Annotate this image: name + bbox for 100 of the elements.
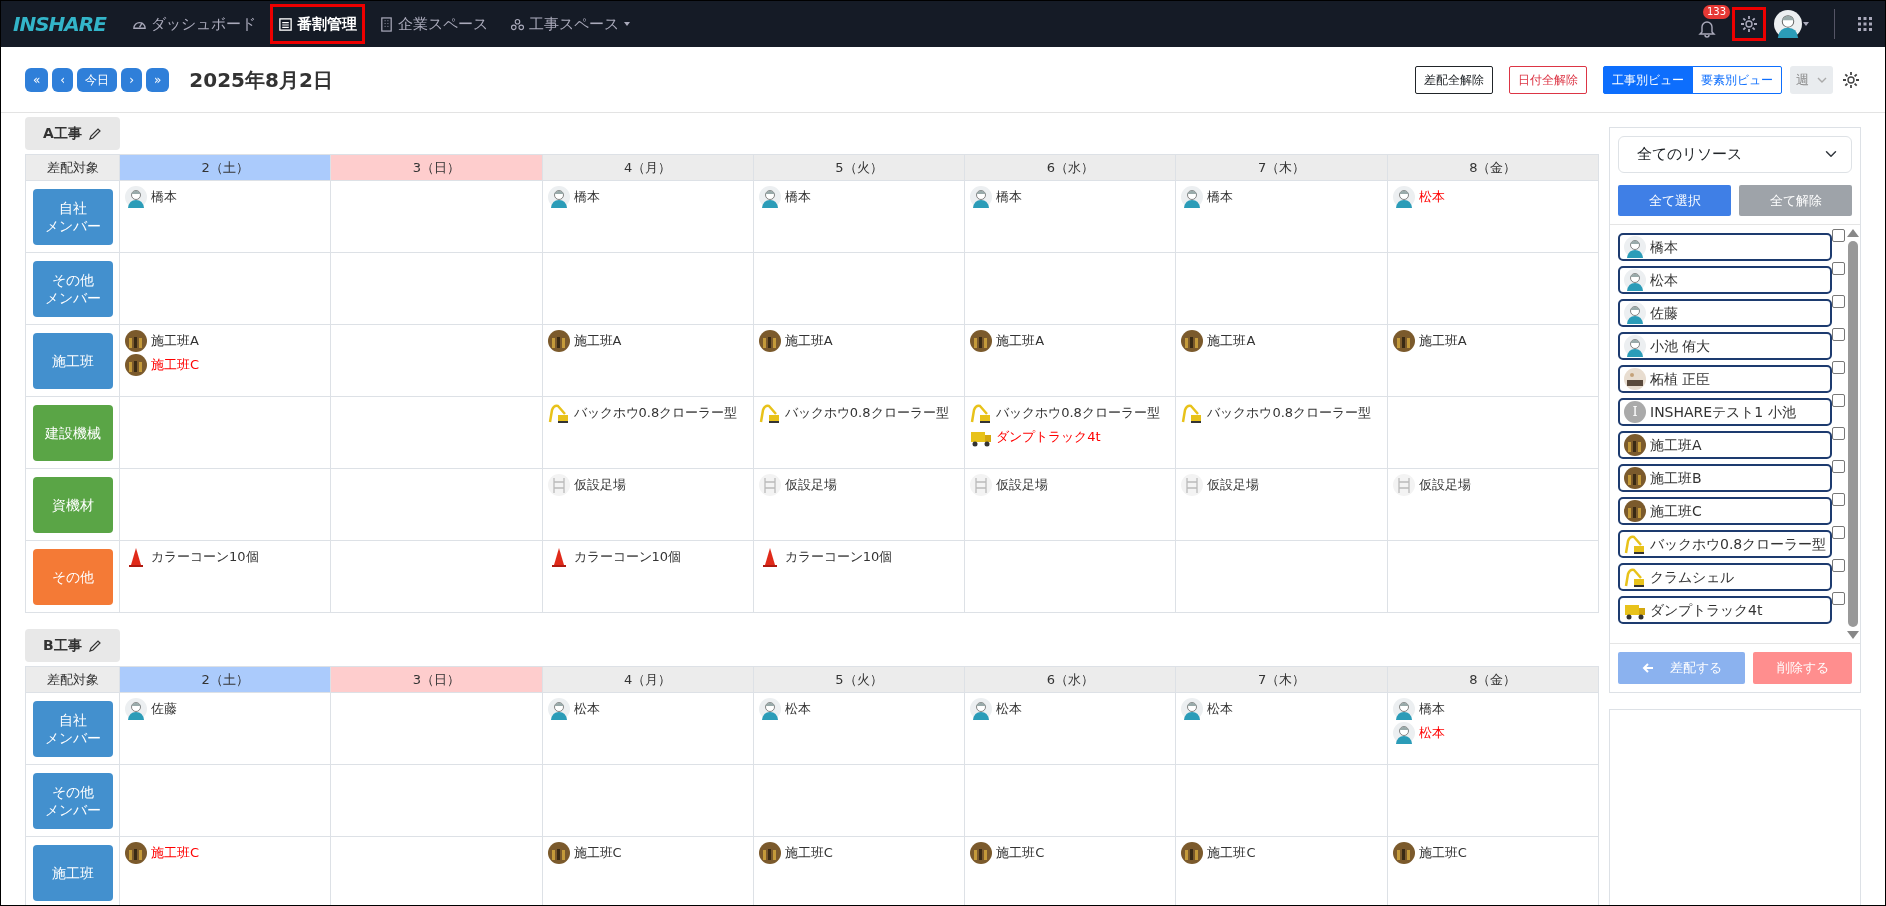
resource-item[interactable]: クラムシェル [1618,563,1833,591]
assignment-chip[interactable]: 仮設足場 [1392,473,1593,497]
checkbox[interactable] [1832,460,1846,473]
nav-link[interactable]: 番割管理 [269,3,365,45]
avatar-icon [1624,368,1646,390]
assignment-chip[interactable]: 仮設足場 [970,473,1171,497]
assignment-chip[interactable]: 施工班A [1181,329,1382,353]
assignment-chip[interactable]: 施工班A [970,329,1171,353]
caret-icon[interactable] [1802,20,1810,28]
settings-button[interactable] [1732,7,1766,41]
checkbox[interactable] [1832,295,1846,308]
assignment-chip[interactable]: 施工班C [758,841,960,865]
assignment-chip[interactable]: 仮設足場 [1181,473,1382,497]
pencil-icon[interactable] [87,126,102,141]
project-tab[interactable]: A工事 [25,117,120,150]
nav-link[interactable]: ダッシュボード [123,3,264,45]
nav-button[interactable]: ‹ [52,67,74,92]
resource-item[interactable]: 施工班A [1618,431,1833,459]
assignment-chip[interactable]: 施工班C [125,841,326,865]
assignment-chip[interactable]: バックホウ0.8クローラー型 [1181,401,1382,425]
assignment-chip[interactable]: 仮設足場 [547,473,748,497]
resource-filter[interactable]: 全てのリソース [1618,136,1852,173]
checkbox[interactable] [1832,229,1846,242]
checkbox[interactable] [1832,262,1846,275]
nav-link[interactable]: 企業スペース [370,3,496,45]
checkbox[interactable] [1832,526,1846,539]
assignment-chip[interactable]: ダンプトラック4t [970,425,1171,449]
select-all-button[interactable]: 全て選択 [1618,184,1731,216]
resource-item[interactable]: 施工班B [1618,464,1833,492]
assignment-chip[interactable]: バックホウ0.8クローラー型 [970,401,1171,425]
assignment-chip[interactable]: カラーコーン10個 [758,545,960,569]
assignment-chip[interactable]: カラーコーン10個 [547,545,748,569]
assignment-chip[interactable]: 橋本 [547,185,748,209]
nav-button[interactable]: › [121,67,142,92]
assignment-chip[interactable]: 松本 [1392,721,1593,745]
scrollbar-thumb[interactable] [1847,241,1858,627]
assignment-chip[interactable]: バックホウ0.8クローラー型 [758,401,960,425]
assignment-chip[interactable]: 橋本 [125,185,326,209]
assignment-chip[interactable]: 橋本 [970,185,1171,209]
assignment-chip[interactable]: 橋本 [758,185,960,209]
assignment-chip[interactable]: 施工班C [1181,841,1382,865]
worker-avatar-icon [970,698,993,720]
app-logo[interactable]: INSHARE [13,9,106,39]
crew-avatar-icon [547,330,570,352]
assignment-chip[interactable]: 施工班C [547,841,748,865]
view-tab[interactable]: 要素別ビュー [1692,65,1782,94]
assignment-chip[interactable]: 施工班A [758,329,960,353]
bell-icon[interactable] [1697,18,1717,38]
scroll-down-icon[interactable] [1846,631,1859,639]
nav-button[interactable]: « [25,67,49,92]
assignment-chip[interactable]: 松本 [1392,185,1593,209]
resource-item[interactable]: 柘植 正臣 [1618,365,1833,393]
assignment-chip[interactable]: 施工班A [125,329,326,353]
assignment-chip[interactable]: 仮設足場 [758,473,960,497]
nav-link[interactable]: 工事スペース [501,3,639,45]
day-header: 8（金） [1387,667,1599,693]
excavator-icon [1624,533,1646,555]
resource-item[interactable]: 佐藤 [1618,299,1833,327]
pencil-icon[interactable] [87,638,102,653]
day-header: 7（木） [1176,155,1388,181]
assignment-chip[interactable]: 施工班C [125,353,326,377]
clear-dates-button[interactable]: 日付全解除 [1509,65,1587,94]
checkbox[interactable] [1832,559,1846,572]
resource-item[interactable]: 松本 [1618,266,1833,294]
nav-button[interactable]: 今日 [77,67,118,92]
nav-button[interactable]: » [145,67,170,92]
resource-item[interactable]: 施工班C [1618,497,1833,525]
resource-item[interactable]: 橋本 [1618,233,1833,261]
assignment-chip[interactable]: バックホウ0.8クローラー型 [547,401,748,425]
assignment-chip[interactable]: 松本 [547,697,748,721]
assignment-chip[interactable]: 橋本 [1181,185,1382,209]
checkbox[interactable] [1832,427,1846,440]
assignment-chip[interactable]: 施工班C [970,841,1171,865]
view-tab[interactable]: 工事別ビュー [1603,65,1693,94]
scroll-up-icon[interactable] [1846,229,1859,237]
assignment-chip[interactable]: 松本 [758,697,960,721]
assignment-chip[interactable]: 施工班A [1392,329,1593,353]
checkbox[interactable] [1832,592,1846,605]
user-avatar-icon[interactable] [1774,10,1802,38]
excavator-icon [970,402,993,424]
assignment-chip[interactable]: 施工班A [547,329,748,353]
assignment-chip[interactable]: 施工班C [1392,841,1593,865]
settings-icon[interactable] [1739,14,1759,34]
resource-item[interactable]: 小池 侑大 [1618,332,1833,360]
assignment-chip[interactable]: 橋本 [1392,697,1593,721]
assignment-chip[interactable]: 佐藤 [125,697,326,721]
assignment-chip[interactable]: カラーコーン10個 [125,545,326,569]
settings-icon[interactable] [1841,69,1861,90]
project-tab[interactable]: B工事 [25,629,120,662]
resource-item[interactable]: I INSHAREテスト1 小池 [1618,398,1833,426]
resource-item[interactable]: ダンプトラック4t [1618,596,1833,624]
apps-grid-icon[interactable] [1857,16,1873,32]
assignment-chip[interactable]: 松本 [1181,697,1382,721]
checkbox[interactable] [1832,361,1846,374]
clear-assignments-button[interactable]: 差配全解除 [1415,65,1493,94]
checkbox[interactable] [1832,493,1846,506]
assignment-chip[interactable]: 松本 [970,697,1171,721]
resource-item[interactable]: バックホウ0.8クローラー型 [1618,530,1833,558]
checkbox[interactable] [1832,394,1846,407]
checkbox[interactable] [1832,328,1846,341]
